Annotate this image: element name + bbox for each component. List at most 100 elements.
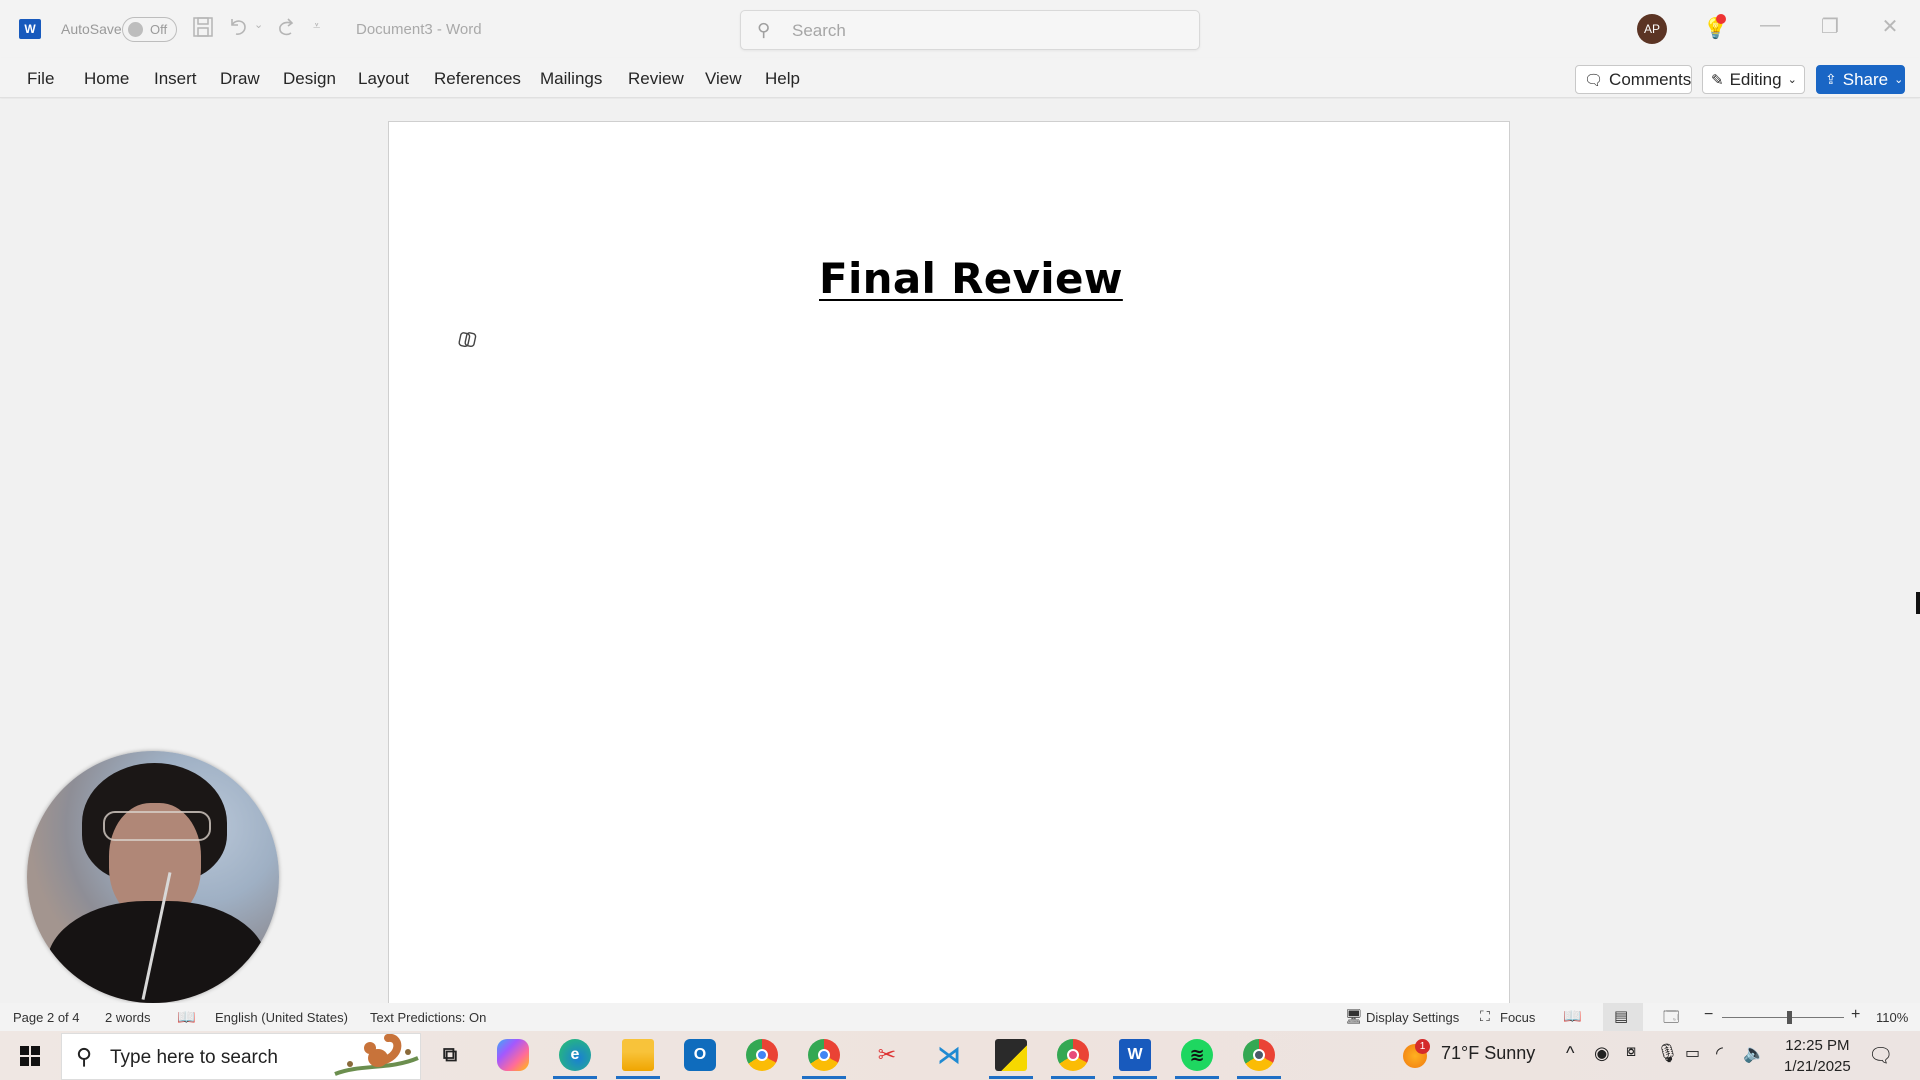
toggle-knob [128, 22, 143, 37]
copilot-app-icon[interactable] [497, 1039, 529, 1071]
focus-icon[interactable]: ⛶ [1480, 1008, 1490, 1025]
copilot-icon[interactable] [457, 329, 479, 351]
taskbar-search-placeholder: Type here to search [110, 1047, 278, 1068]
clock[interactable]: 12:25 PM 1/21/2025 [1784, 1035, 1851, 1077]
display-settings-button[interactable]: Display Settings [1366, 1010, 1459, 1025]
autosave-label: AutoSave [61, 21, 122, 37]
running-indicator [1113, 1076, 1157, 1079]
weather-badge: 1 [1415, 1039, 1430, 1054]
word-taskbar-icon[interactable]: W [1119, 1039, 1151, 1071]
weather-text[interactable]: 71°F Sunny [1441, 1043, 1535, 1064]
webcam-person-body [47, 901, 267, 1003]
undo-dropdown-icon[interactable]: ⌄ [254, 18, 263, 31]
battery-icon[interactable]: ▭ [1685, 1043, 1700, 1063]
running-indicator [616, 1076, 660, 1079]
comment-icon: 🗨 [1584, 71, 1604, 89]
chrome-icon[interactable] [746, 1039, 778, 1071]
volume-icon[interactable]: 🔈 [1743, 1043, 1765, 1064]
sticky-notes-icon[interactable] [995, 1039, 1027, 1071]
share-label: Share [1842, 69, 1889, 89]
clock-date: 1/21/2025 [1784, 1058, 1851, 1075]
tab-insert[interactable]: Insert [154, 69, 197, 89]
print-layout-icon[interactable]: ▤ [1614, 1007, 1628, 1025]
read-mode-icon[interactable]: 📖 [1563, 1007, 1582, 1025]
language[interactable]: English (United States) [215, 1010, 348, 1025]
spotify-icon[interactable]: ≋ [1181, 1039, 1213, 1071]
show-hidden-icons-chevron-icon[interactable]: ^ [1566, 1043, 1574, 1064]
web-layout-icon[interactable]: 🗔 [1663, 1007, 1679, 1032]
running-indicator [1237, 1076, 1281, 1079]
zoom-slider[interactable] [1722, 1017, 1844, 1018]
comments-button[interactable]: 🗨 Comments [1575, 65, 1692, 94]
display-settings-icon[interactable]: 🖥 [1345, 1008, 1363, 1025]
zoom-in-button[interactable]: + [1851, 1006, 1860, 1024]
tab-draw[interactable]: Draw [220, 69, 260, 89]
title-bar: W AutoSave Off ⌄ ⩡ Document3 - Word ⚲ Se… [0, 0, 1920, 58]
chrome-profile-a2-icon[interactable] [1243, 1039, 1275, 1071]
save-icon[interactable] [192, 16, 214, 44]
page-count[interactable]: Page 2 of 4 [13, 1010, 80, 1025]
ribbon-tabs: File Home Insert Draw Design Layout Refe… [0, 58, 1920, 98]
focus-button[interactable]: Focus [1500, 1010, 1535, 1025]
avatar[interactable]: AP [1637, 14, 1667, 44]
text-predictions[interactable]: Text Predictions: On [370, 1010, 486, 1025]
tab-references[interactable]: References [434, 69, 521, 89]
tab-review[interactable]: Review [628, 69, 684, 89]
tab-home[interactable]: Home [84, 69, 129, 89]
zoom-slider-thumb[interactable] [1787, 1011, 1793, 1024]
wifi-icon[interactable]: ◜ [1716, 1043, 1723, 1064]
windows-start-icon[interactable] [20, 1046, 40, 1066]
editing-mode-button[interactable]: ✎ Editing ⌄ [1702, 65, 1805, 94]
customize-toolbar-icon[interactable]: ⩡ [313, 18, 320, 34]
tab-mailings[interactable]: Mailings [540, 69, 602, 89]
share-button[interactable]: ⇪ Share ⌄ [1816, 65, 1905, 94]
minimize-icon[interactable]: — [1750, 14, 1790, 37]
squirrel-illustration [330, 1033, 420, 1078]
vscode-icon[interactable]: ⋊ [933, 1039, 965, 1071]
taskbar: ⚲ Type here to search ⧉ e O ✂ ⋊ W ≋ 1 71… [0, 1031, 1920, 1080]
comments-label: Comments [1609, 69, 1692, 89]
notification-dot [1716, 14, 1726, 24]
zoom-level[interactable]: 110% [1876, 1010, 1908, 1025]
chevron-down-icon: ⌄ [1787, 74, 1797, 86]
undo-icon[interactable] [226, 15, 250, 45]
zoom-out-button[interactable]: − [1704, 1006, 1713, 1024]
search-icon: ⚲ [76, 1044, 93, 1069]
running-indicator [989, 1076, 1033, 1079]
tab-view[interactable]: View [705, 69, 742, 89]
chevron-down-icon: ⌄ [1894, 74, 1904, 86]
tab-help[interactable]: Help [765, 69, 800, 89]
running-indicator [1051, 1076, 1095, 1079]
word-logo-icon: W [19, 19, 41, 39]
redo-icon[interactable] [274, 15, 298, 45]
webcam-overlay [27, 751, 279, 1003]
task-view-icon[interactable]: ⧉ [434, 1039, 466, 1071]
chrome-profile-icon[interactable] [808, 1039, 840, 1071]
tab-layout[interactable]: Layout [358, 69, 409, 89]
chrome-profile-a-icon[interactable] [1057, 1039, 1089, 1071]
tab-file[interactable]: File [27, 69, 54, 89]
edge-icon[interactable]: e [559, 1039, 591, 1071]
word-count[interactable]: 2 words [105, 1010, 151, 1025]
autosave-toggle[interactable]: Off [122, 17, 177, 42]
restore-icon[interactable]: ❐ [1810, 14, 1850, 39]
record-icon[interactable]: ◉ [1594, 1043, 1610, 1064]
search-input[interactable]: ⚲ Search [740, 10, 1200, 50]
camera-icon[interactable]: ⧇ [1626, 1043, 1636, 1061]
tab-design[interactable]: Design [283, 69, 336, 89]
share-icon: ⇪ [1825, 71, 1837, 87]
notifications-icon[interactable]: 🗨 [1868, 1043, 1893, 1068]
search-placeholder: Search [792, 21, 846, 40]
file-explorer-icon[interactable] [622, 1039, 654, 1071]
clock-time: 12:25 PM [1785, 1037, 1850, 1054]
close-icon[interactable]: ✕ [1870, 14, 1910, 39]
proofing-icon[interactable]: 📖 [177, 1008, 196, 1026]
status-bar: Page 2 of 4 2 words 📖 English (United St… [0, 1003, 1920, 1031]
document-heading[interactable]: Final Review [819, 254, 1123, 303]
snipping-tool-icon[interactable]: ✂ [871, 1039, 903, 1071]
running-indicator [802, 1076, 846, 1079]
microphone-icon[interactable]: 🎙 [1656, 1043, 1679, 1064]
running-indicator [1175, 1076, 1219, 1079]
editing-label: Editing [1729, 69, 1782, 89]
outlook-icon[interactable]: O [684, 1039, 716, 1071]
